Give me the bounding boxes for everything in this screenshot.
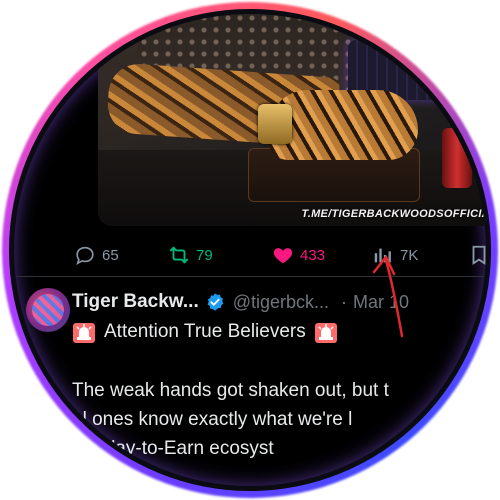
views-count: 7K [400, 246, 419, 264]
tweet-actions: 65 79 433 7K [14, 240, 486, 270]
body-line: t real utilit [72, 467, 154, 486]
avatar[interactable] [26, 288, 70, 332]
tweet-headline: Attention True Believers [72, 320, 338, 344]
body-line: al ones know exactly what we're l [72, 409, 353, 430]
tweet-header: Tiger Backw... @tigerbck... · Mar 10 [72, 290, 409, 314]
reply-count: 65 [102, 246, 119, 264]
body-line: ue Play-to-Earn ecosyst [72, 438, 274, 459]
retweet-count: 79 [196, 246, 213, 264]
tweet-image[interactable]: T.ME/TIGERBACKWOODSOFFICIA [98, 14, 486, 226]
views-button[interactable]: 7K [372, 240, 418, 270]
separator-dot: · [341, 291, 348, 312]
headline-text: Attention True Believers [104, 321, 306, 342]
tweet-body: The weak hands got shaken out, but t al … [72, 376, 486, 486]
retweet-button[interactable]: 79 [168, 240, 213, 270]
stage: T.ME/TIGERBACKWOODSOFFICIA 65 79 433 7K … [0, 0, 500, 500]
reply-button[interactable]: 65 [74, 240, 119, 270]
siren-icon [314, 323, 337, 343]
image-soda-can [442, 128, 472, 188]
display-name[interactable]: Tiger Backw... [72, 291, 199, 313]
image-watermark: T.ME/TIGERBACKWOODSOFFICIA [301, 208, 486, 220]
circular-screenshot: T.ME/TIGERBACKWOODSOFFICIA 65 79 433 7K … [14, 14, 486, 486]
user-handle[interactable]: @tigerbck... [233, 292, 329, 313]
heart-icon [273, 248, 293, 264]
like-button[interactable]: 433 [272, 240, 325, 270]
avatar-art [32, 294, 64, 326]
reply-icon [76, 246, 94, 265]
image-watch [258, 104, 292, 144]
bookmark-button[interactable] [468, 240, 486, 270]
tweet-date[interactable]: Mar 10 [353, 292, 409, 313]
bookmark-icon [472, 245, 486, 265]
body-line: The weak hands got shaken out, but t [72, 380, 389, 401]
views-icon [374, 248, 391, 263]
siren-icon [73, 323, 95, 343]
like-count: 433 [300, 246, 326, 264]
retweet-icon [169, 246, 189, 264]
verified-badge-icon [207, 293, 224, 311]
tweet-divider [14, 276, 486, 277]
